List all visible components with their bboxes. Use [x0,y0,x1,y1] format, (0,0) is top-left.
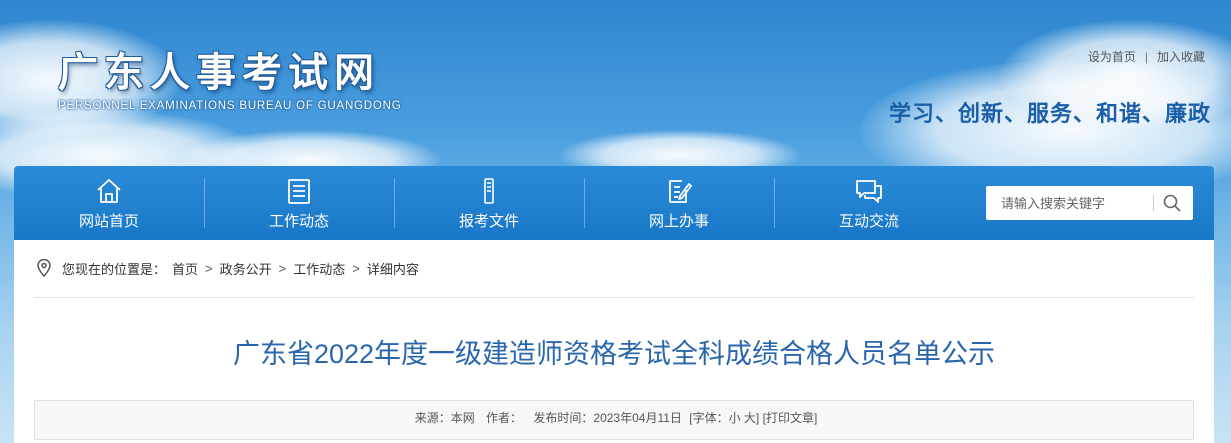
breadcrumb-divider [34,297,1194,298]
nav-item-label: 工作动态 [268,213,329,230]
breadcrumb-work-news[interactable]: 工作动态 [293,259,345,278]
article-author: 作者： [486,411,523,425]
search-input[interactable] [986,186,1151,220]
nav-item-label: 互动交流 [838,213,899,230]
article-source: 来源：本网 [414,411,475,425]
nav-item-online-services[interactable]: 网上办事 [584,166,774,240]
breadcrumb-prefix: 您现在的位置是： [62,261,167,277]
location-pin-icon [37,259,51,277]
article-publish-date: 发布时间：2023年04月11日 [533,411,682,425]
site-logo-subtitle: PERSONNEL EXAMINATIONS BUREAU OF GUANGDO… [58,100,402,112]
set-homepage-link[interactable]: 设为首页 [1088,50,1136,64]
top-links-separator: | [1144,50,1148,64]
site-logo-title[interactable]: 广东人事考试网 [58,40,380,98]
main-nav: 网站首页 工作动态 报考文件 网上办事 互动交流 [14,166,1214,240]
print-article-link[interactable]: [打印文章] [763,411,818,425]
nav-item-label: 网站首页 [78,213,139,230]
breadcrumb-current: 详细内容 [366,261,419,277]
nav-item-exam-documents[interactable]: 报考文件 [394,166,584,240]
breadcrumb-home[interactable]: 首页 [172,259,198,278]
article-meta-bar: 来源：本网 作者： 发布时间：2023年04月11日 [字体：小 大] [打印文… [34,400,1194,440]
content-panel: 您现在的位置是： 首页 > 政务公开 > 工作动态 > 详细内容 广东省2022… [14,240,1214,443]
add-favorite-link[interactable]: 加入收藏 [1157,50,1205,64]
chat-icon [856,180,882,203]
search-icon[interactable] [1162,193,1182,213]
edit-form-icon [669,180,692,203]
breadcrumb-separator: > [205,260,213,276]
site-header: 广东人事考试网 PERSONNEL EXAMINATIONS BUREAU OF… [0,0,1231,200]
breadcrumb-separator: > [352,260,360,276]
site-slogan: 学习、创新、服务、和谐、廉政 [888,101,1211,126]
document-icon [484,178,494,204]
breadcrumb-government-affairs[interactable]: 政务公开 [220,259,272,278]
nav-item-home[interactable]: 网站首页 [14,166,204,240]
home-icon [97,179,121,203]
breadcrumb-separator: > [278,260,287,276]
breadcrumb: 您现在的位置是： 首页 > 政务公开 > 工作动态 > 详细内容 [36,258,419,278]
article-title: 广东省2022年度一级建造师资格考试全科成绩合格人员名单公示 [232,339,996,369]
search-divider [1153,195,1154,211]
top-links: 设为首页 | 加入收藏 [1088,48,1205,65]
nav-item-label: 报考文件 [458,213,519,230]
nav-item-label: 网上办事 [648,213,709,230]
search-box [986,186,1193,220]
news-icon [288,179,310,204]
nav-item-interaction[interactable]: 互动交流 [774,166,964,240]
nav-item-work-news[interactable]: 工作动态 [204,166,394,240]
font-size-toggle[interactable]: [字体：小 大] [689,411,759,425]
